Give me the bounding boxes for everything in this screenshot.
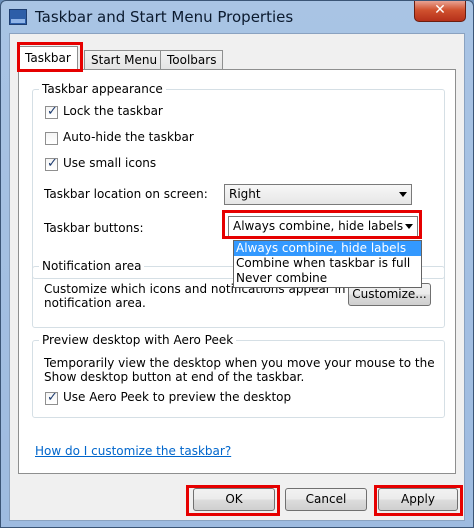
tab-toolbars[interactable]: Toolbars	[160, 50, 224, 70]
aero-peek-title: Preview desktop with Aero Peek	[39, 333, 237, 347]
aero-peek-description-line1: Temporarily view the desktop when you mo…	[44, 356, 435, 370]
taskbar-buttons-select[interactable]: Always combine, hide labels	[228, 216, 418, 237]
help-link[interactable]: How do I customize the taskbar?	[35, 444, 231, 458]
aero-peek-description-line2: Show desktop button at end of the taskba…	[44, 370, 305, 384]
notification-description-line2: notification area.	[44, 296, 146, 310]
ok-button[interactable]: OK	[193, 488, 275, 511]
cancel-button[interactable]: Cancel	[285, 488, 367, 511]
taskbar-buttons-value: Always combine, hide labels	[233, 219, 404, 233]
dropdown-arrow-icon	[405, 224, 413, 229]
dropdown-option-always-combine[interactable]: Always combine, hide labels	[234, 241, 421, 256]
location-select[interactable]: Right	[224, 184, 412, 205]
small-icons-checkbox[interactable]: ✓	[45, 156, 58, 171]
lock-taskbar-label[interactable]: Lock the taskbar	[63, 104, 163, 118]
dropdown-option-never-combine[interactable]: Never combine	[234, 271, 421, 286]
apply-button[interactable]: Apply	[378, 488, 458, 511]
title-bar[interactable]: Taskbar and Start Menu Properties ✕	[1, 1, 473, 33]
location-label: Taskbar location on screen:	[44, 187, 208, 201]
dropdown-option-combine-when-full[interactable]: Combine when taskbar is full	[234, 256, 421, 271]
aero-peek-label[interactable]: Use Aero Peek to preview the desktop	[63, 390, 291, 404]
close-button[interactable]: ✕	[414, 1, 466, 22]
taskbar-app-icon	[9, 9, 27, 25]
taskbar-buttons-label: Taskbar buttons:	[44, 221, 144, 235]
checkmark-icon: ✓	[47, 104, 58, 119]
window-title: Taskbar and Start Menu Properties	[35, 8, 294, 26]
tab-start-menu[interactable]: Start Menu	[84, 50, 165, 70]
small-icons-label: Use small icons	[63, 156, 157, 170]
aero-peek-checkbox[interactable]: ✓	[45, 390, 58, 405]
autohide-checkbox[interactable]	[45, 132, 58, 145]
checkmark-icon: ✓	[47, 390, 58, 405]
location-value: Right	[229, 187, 261, 201]
lock-taskbar-checkbox[interactable]: ✓	[45, 104, 58, 119]
properties-window: Taskbar and Start Menu Properties ✕ Task…	[0, 0, 474, 528]
tab-strip: Taskbar Start Menu Toolbars	[18, 46, 458, 71]
checkmark-icon: ✓	[47, 156, 58, 171]
dialog-client-area: Taskbar Start Menu Toolbars Taskbar appe…	[9, 33, 465, 521]
tab-taskbar[interactable]: Taskbar	[18, 46, 78, 71]
notification-area-title: Notification area	[39, 259, 145, 273]
taskbar-tab-panel: Taskbar appearance ✓ Lock the taskbar Au…	[18, 69, 456, 474]
dropdown-arrow-icon	[399, 192, 407, 197]
taskbar-appearance-title: Taskbar appearance	[39, 82, 166, 96]
taskbar-buttons-dropdown-list: Always combine, hide labels Combine when…	[233, 240, 422, 288]
autohide-label[interactable]: Auto-hide the taskbar	[63, 130, 194, 144]
